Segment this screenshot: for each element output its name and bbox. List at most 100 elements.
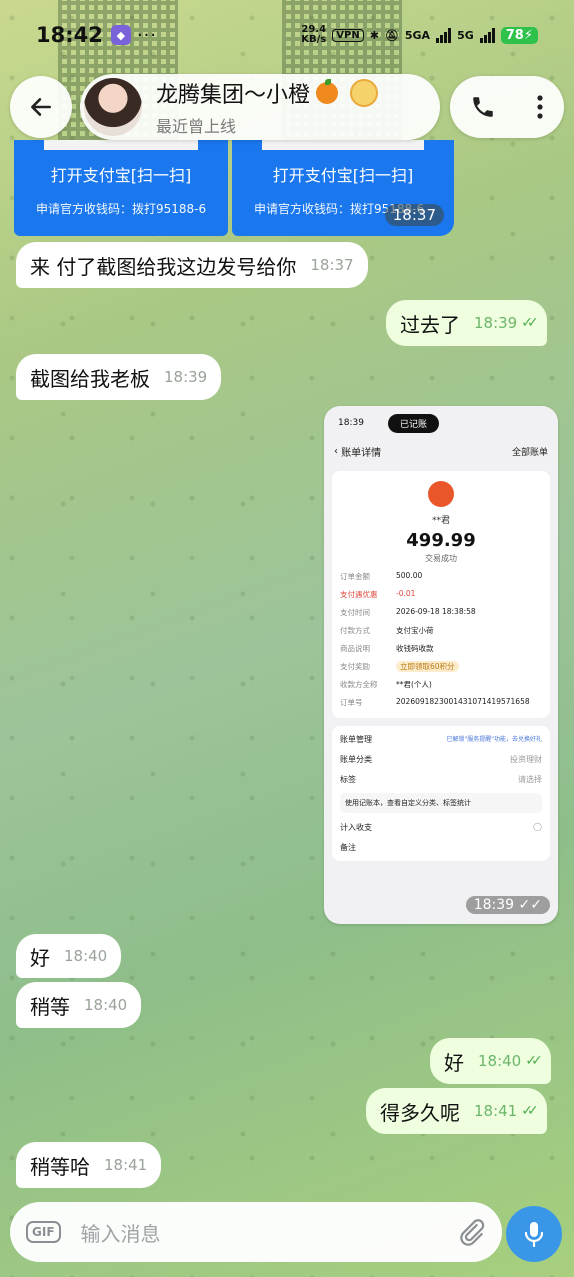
category-value: 投资理财	[510, 755, 542, 764]
message-bubble-outgoing[interactable]: 得多久呢 18:41 ✓✓	[366, 1088, 547, 1134]
bill-row-value: 500.00	[396, 571, 423, 580]
screenshot-status-time: 18:39	[338, 418, 364, 428]
bill-row-key: 支付奖励	[340, 662, 370, 671]
screenshot-island: 已记账	[387, 413, 439, 433]
payment-card-right[interactable]: 打开支付宝[扫一扫] 申请官方收钱码：拨打95188-6 18:37	[232, 140, 454, 236]
back-arrow-icon	[31, 98, 51, 116]
message-bubble-outgoing[interactable]: 好 18:40 ✓✓	[430, 1038, 551, 1084]
message-text: 好	[444, 1050, 464, 1075]
payment-card-left[interactable]: 打开支付宝[扫一扫] 申请官方收钱码：拨打95188-6	[14, 140, 228, 236]
open-alipay-label: 打开支付宝[扫一扫]	[50, 166, 192, 185]
payment-screenshot-message[interactable]: 18:39 已记账 ‹ 账单详情 全部账单 **君 499.99 交易成功 订单…	[324, 406, 558, 924]
message-text: 得多久呢	[380, 1100, 460, 1125]
bill-row: 付款方式 支付宝小荷	[340, 625, 542, 636]
message-bubble-incoming[interactable]: 截图给我老板 18:39	[16, 354, 222, 400]
bill-row-value: 收钱码收款	[396, 644, 434, 653]
header-actions	[450, 76, 564, 138]
screenshot-manage-card: 账单管理 已解锁"服务提醒"功能，去兑换好礼 账单分类 投资理财 标签 请选择 …	[332, 726, 550, 861]
manage-row: 账单管理 已解锁"服务提醒"功能，去兑换好礼	[340, 734, 542, 745]
mute-icon: 🔕︎	[384, 28, 399, 42]
bill-row-key: 订单金额	[340, 572, 370, 581]
battery-icon: 78⚡︎	[500, 26, 538, 44]
microphone-icon	[524, 1222, 544, 1248]
note-label: 备注	[340, 843, 356, 852]
read-checkmark-icon: ✓✓	[525, 1053, 543, 1069]
screenshot-state: 交易成功	[425, 554, 457, 563]
back-button[interactable]	[10, 76, 72, 138]
bill-row-value: **君(个人)	[396, 680, 432, 689]
bill-row-value: 支付宝小荷	[396, 626, 434, 635]
screenshot-bill-card: **君 499.99 交易成功 订单金额 500.00 支付遇优惠 -0.01 支付…	[332, 471, 550, 718]
bill-row-value: 20260918230014310714195716​58	[396, 697, 530, 706]
screenshot-nav-title: 账单详情	[341, 448, 382, 459]
message-time: 18:40	[64, 947, 108, 965]
message-text: 稍等哈	[30, 1154, 90, 1179]
message-bubble-outgoing[interactable]: 过去了 18:39 ✓✓	[386, 300, 547, 346]
bill-row-key: 支付遇优惠	[340, 590, 378, 599]
open-alipay-label: 打开支付宝[扫一扫]	[272, 166, 414, 185]
bill-row-key: 支付时间	[340, 608, 370, 617]
message-time: 18:39	[474, 314, 518, 332]
bill-row: 支付时间 2026-09-18 18:38:58	[340, 607, 542, 618]
message-composer: GIF 输入消息	[10, 1202, 502, 1262]
contact-name-row: 龙腾集团～小橙	[156, 77, 379, 109]
message-bubble-incoming[interactable]: 来 付了截图给我这边发号给你 18:37	[16, 242, 368, 288]
sticker-emoji-icon	[350, 79, 379, 107]
network-speed: 29.4 KB/s	[301, 25, 326, 45]
contact-header[interactable]: 龙腾集团～小橙 最近曾上线	[80, 74, 440, 140]
tag-row: 标签 请选择	[340, 774, 542, 785]
message-text: 稍等	[30, 994, 70, 1019]
more-options-icon[interactable]	[536, 94, 544, 120]
network-speed-unit: KB/s	[301, 34, 327, 45]
category-label: 账单分类	[340, 755, 372, 764]
message-bubble-incoming[interactable]: 稍等哈 18:41	[16, 1142, 162, 1188]
message-time: 18:40	[84, 996, 128, 1014]
attach-paperclip-icon[interactable]	[456, 1217, 486, 1247]
avatar[interactable]	[84, 78, 142, 136]
message-time: 18:39	[164, 368, 208, 386]
bill-row: 订单金额 500.00	[340, 571, 542, 582]
tag-value: 请选择	[518, 775, 542, 784]
contact-status: 最近曾上线	[156, 117, 237, 136]
read-checkmark-icon: ✓✓	[521, 315, 539, 331]
alipay-hotline-label: 申请官方收钱码：拨打95188-6	[36, 202, 207, 216]
phone-call-icon[interactable]	[470, 94, 496, 120]
message-time: 18:40	[478, 1052, 522, 1070]
chevron-left-icon: ‹	[334, 446, 342, 457]
gif-icon[interactable]: GIF	[26, 1221, 61, 1243]
message-time-text: 18:39	[473, 897, 515, 913]
bill-row-key: 订单号	[340, 698, 363, 707]
manage-label: 账单管理	[340, 735, 372, 744]
bill-row: 支付遇优惠 -0.01	[340, 589, 542, 600]
message-text: 好	[30, 945, 50, 970]
read-checkmark-icon: ✓✓	[518, 897, 542, 913]
bill-row-value: 2026-09-18 18:38:58	[396, 607, 476, 616]
network-label-1: 5GA	[404, 28, 431, 42]
signal-icon	[479, 27, 495, 43]
bill-row: 支付奖励 立即领取60积分	[340, 661, 542, 672]
battery-level: 78	[505, 27, 524, 43]
bookkeeping-promo: 使用记账本，查看自定义分类、标签统计	[340, 793, 542, 813]
message-time: 18:37	[310, 256, 354, 274]
message-bubble-incoming[interactable]: 稍等 18:40	[16, 982, 142, 1028]
bill-row: 收款方全称 **君(个人)	[340, 679, 542, 690]
message-text: 来 付了截图给我这边发号给你	[30, 254, 297, 279]
include-label: 计入收支	[340, 823, 372, 832]
qr-card-bottom	[44, 140, 198, 150]
message-text: 过去了	[400, 312, 460, 337]
manage-promo: 已解锁"服务提醒"功能，去兑换好礼	[446, 736, 542, 743]
toggle-icon: ◯	[533, 822, 542, 831]
vpn-icon: VPN	[332, 28, 364, 42]
voice-record-button[interactable]	[506, 1206, 562, 1262]
bill-row-value: 立即领取60积分	[396, 661, 459, 672]
qr-card-bottom	[262, 140, 424, 150]
message-bubble-incoming[interactable]: 好 18:40	[16, 934, 122, 978]
orange-emoji-icon	[316, 79, 339, 104]
message-time: 18:41	[104, 1156, 148, 1174]
more-notifications-icon: ···	[136, 24, 158, 46]
network-label-2: 5G	[457, 28, 474, 42]
bill-row: 商品说明 收钱码收款	[340, 643, 542, 654]
message-input[interactable]: 输入消息	[81, 1218, 456, 1247]
screenshot-amount: 499.99	[406, 530, 476, 551]
screenshot-payee: **君	[431, 516, 450, 526]
